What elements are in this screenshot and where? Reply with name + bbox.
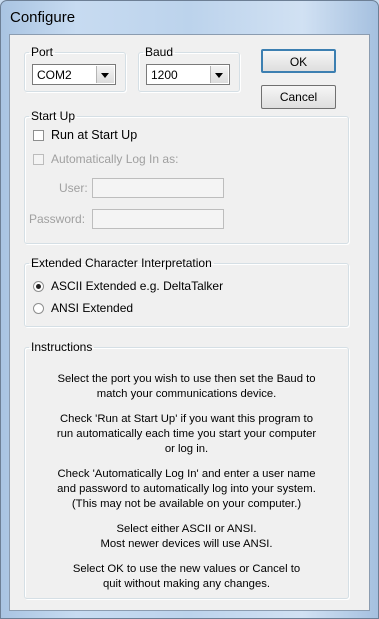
baud-select-value: 1200 (151, 68, 178, 82)
instructions-paragraph: Check 'Run at Start Up' if you want this… (56, 413, 317, 455)
window-title: Configure (10, 9, 76, 26)
password-label: Password: (29, 212, 86, 226)
ansi-extended-label[interactable]: ANSI Extended (51, 301, 133, 315)
baud-group-label: Baud (145, 45, 174, 59)
port-group-label: Port (31, 45, 54, 59)
instructions-paragraph: Select OK to use the new values or Cance… (72, 563, 301, 590)
user-label: User: (59, 181, 88, 195)
instructions-paragraph: Select the port you wish to use then set… (57, 373, 316, 400)
ok-button[interactable]: OK (261, 49, 336, 73)
password-field[interactable] (92, 209, 224, 229)
port-select-value: COM2 (37, 68, 72, 82)
chevron-down-icon[interactable] (96, 66, 114, 83)
startup-group-label: Start Up (31, 109, 76, 123)
title-bar[interactable]: Configure (8, 1, 371, 33)
configure-window: Configure Port COM2 Baud 1200 OK Cancel … (0, 0, 379, 619)
auto-login-label: Automatically Log In as: (51, 152, 179, 166)
instructions-paragraph: Select either ASCII or ANSI. Most newer … (100, 523, 273, 550)
ascii-extended-label[interactable]: ASCII Extended e.g. DeltaTalker (51, 279, 223, 293)
instructions-paragraph: Check 'Automatically Log In' and enter a… (57, 468, 316, 510)
instructions-group-label: Instructions (31, 340, 93, 354)
auto-login-checkbox[interactable] (33, 154, 44, 165)
cancel-button[interactable]: Cancel (261, 85, 336, 109)
cancel-button-label: Cancel (279, 90, 318, 104)
instructions-group: Instructions Select the port you wish to… (24, 341, 349, 599)
port-select[interactable]: COM2 (32, 64, 116, 85)
dialog-client-area: Port COM2 Baud 1200 OK Cancel Start Up R… (9, 34, 370, 611)
instructions-text: Select the port you wish to use then set… (32, 372, 341, 602)
chevron-down-icon[interactable] (210, 66, 228, 83)
ok-button-label: OK (289, 55, 308, 69)
ansi-extended-radio[interactable] (33, 303, 44, 314)
extended-char-group-label: Extended Character Interpretation (31, 256, 212, 270)
run-at-startup-checkbox[interactable] (33, 130, 44, 141)
ascii-extended-radio[interactable] (33, 281, 44, 292)
baud-select[interactable]: 1200 (146, 64, 230, 85)
user-field[interactable] (92, 178, 224, 198)
run-at-startup-label[interactable]: Run at Start Up (51, 128, 137, 142)
